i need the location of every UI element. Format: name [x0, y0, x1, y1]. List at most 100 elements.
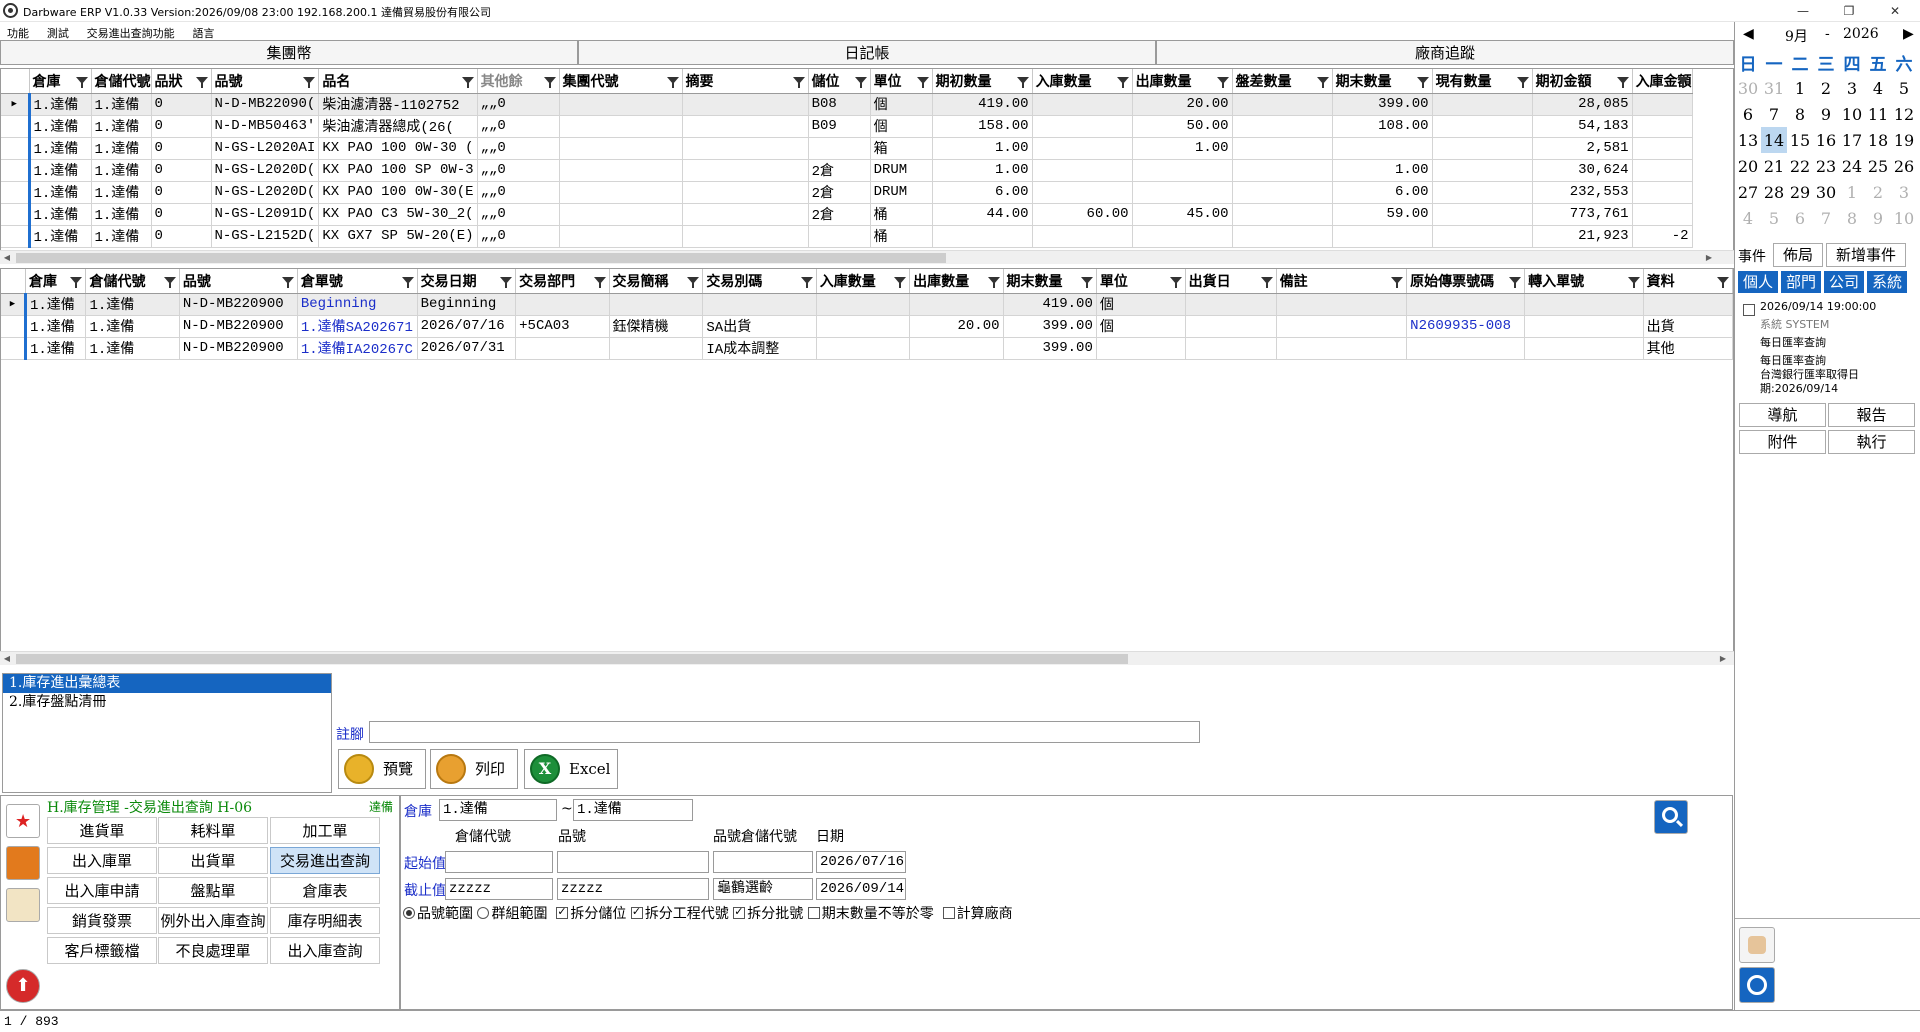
- table-cell[interactable]: 0: [151, 93, 212, 116]
- table-cell[interactable]: [559, 115, 683, 138]
- grid2-col-header[interactable]: 交易日期: [417, 269, 517, 294]
- table-cell[interactable]: [1132, 225, 1233, 248]
- table-cell[interactable]: [682, 225, 809, 248]
- calendar-day[interactable]: 2: [1813, 75, 1839, 101]
- module-button[interactable]: 進貨單: [47, 817, 157, 844]
- table-cell[interactable]: 0: [151, 159, 212, 182]
- table-cell[interactable]: 桶: [870, 203, 933, 226]
- table-cell[interactable]: 2倉: [808, 159, 871, 182]
- calendar-day[interactable]: 18: [1865, 127, 1891, 153]
- menu-transaction-query[interactable]: 交易進出查詢功能: [80, 22, 182, 41]
- minimize-button[interactable]: —: [1780, 0, 1826, 22]
- calendar-day[interactable]: 5: [1761, 205, 1787, 231]
- table-cell[interactable]: 45.00: [1132, 203, 1233, 226]
- filter-icon[interactable]: [75, 77, 88, 88]
- table-cell[interactable]: 1.達備: [91, 225, 152, 248]
- table-cell[interactable]: 1.達備: [23, 315, 87, 338]
- grid2-col-header[interactable]: 轉入單號: [1524, 269, 1644, 294]
- grid1-col-header[interactable]: 盤差數量: [1232, 69, 1333, 94]
- table-cell[interactable]: [1632, 137, 1693, 160]
- table-cell[interactable]: 773,761: [1532, 203, 1633, 226]
- table-cell[interactable]: [932, 225, 1033, 248]
- filter-icon[interactable]: [163, 277, 176, 288]
- table-cell[interactable]: [1232, 93, 1333, 116]
- table-cell[interactable]: [515, 337, 610, 360]
- table-cell[interactable]: N-D-MB220900: [179, 293, 298, 316]
- table-row[interactable]: 1.達備 1.達備 0 N-GS-L2020AI KX PAO 100 0W-30 („…: [1, 137, 1693, 160]
- filter-icon[interactable]: [666, 77, 679, 88]
- table-cell[interactable]: [1185, 315, 1277, 338]
- split-batch-checkbox[interactable]: 拆分批號: [733, 905, 803, 922]
- table-cell[interactable]: [1432, 159, 1533, 182]
- calendar-day[interactable]: 30: [1735, 75, 1761, 101]
- table-row[interactable]: ▶ 1.達備 1.達備 N-D-MB220900 Beginning Beginning 4…: [1, 293, 1733, 316]
- table-cell[interactable]: [1032, 93, 1133, 116]
- grid2-col-header[interactable]: 交易部門: [515, 269, 610, 294]
- module-button[interactable]: 銷貨發票: [47, 907, 157, 934]
- start-date-input[interactable]: 2026/07/16: [816, 851, 906, 873]
- table-cell[interactable]: N-GS-L2020D(: [211, 159, 320, 182]
- calendar-day[interactable]: 6: [1787, 205, 1813, 231]
- prev-month-icon[interactable]: ◀: [1743, 26, 1754, 42]
- grid1-col-header[interactable]: 倉儲代號: [91, 69, 152, 94]
- table-row[interactable]: ▶ 1.達備 1.達備 0 N-D-MB22090(柴油濾清器-1102752 „„0 B0…: [1, 93, 1693, 116]
- table-row[interactable]: 1.達備 1.達備 N-D-MB220900 1.達備IA20267C 2026/07/…: [1, 337, 1733, 360]
- grid2-col-header[interactable]: 倉儲代號: [85, 269, 180, 294]
- table-cell[interactable]: 1.達備: [27, 181, 92, 204]
- table-cell[interactable]: KX PAO 100 SP 0W-3: [318, 159, 478, 182]
- table-cell[interactable]: 1.達備: [91, 137, 152, 160]
- table-cell[interactable]: N-D-MB220900: [179, 315, 298, 338]
- module-button[interactable]: 盤點單: [158, 877, 268, 904]
- table-cell[interactable]: [1332, 137, 1433, 160]
- table-cell[interactable]: 0: [151, 137, 212, 160]
- table-cell[interactable]: [1524, 337, 1644, 360]
- table-cell[interactable]: [682, 137, 809, 160]
- clock-icon[interactable]: [1739, 967, 1775, 1003]
- calendar-day[interactable]: 23: [1813, 153, 1839, 179]
- grid2-scroll-thumb[interactable]: [16, 654, 1128, 664]
- grid2-col-header[interactable]: 出庫數量: [909, 269, 1004, 294]
- filter-icon[interactable]: [1516, 77, 1529, 88]
- grid1-col-header[interactable]: 期初數量: [932, 69, 1033, 94]
- tab-group-currency[interactable]: 集團幣: [0, 40, 578, 65]
- tab-vendor-tracking[interactable]: 廠商追蹤: [1156, 40, 1734, 65]
- calendar-day[interactable]: 22: [1787, 153, 1813, 179]
- grid1-col-header[interactable]: 現有數量: [1432, 69, 1533, 94]
- table-cell[interactable]: 柴油濾清器總成(26(: [318, 115, 478, 138]
- table-cell[interactable]: [1096, 337, 1186, 360]
- table-cell[interactable]: 桶: [870, 225, 933, 248]
- filter-icon[interactable]: [70, 277, 83, 288]
- table-cell[interactable]: [909, 293, 1004, 316]
- table-cell[interactable]: [1032, 225, 1133, 248]
- table-cell[interactable]: 2,581: [1532, 137, 1633, 160]
- row-indicator[interactable]: [1, 337, 26, 360]
- table-cell[interactable]: 其他: [1643, 337, 1733, 360]
- filter-icon[interactable]: [916, 77, 929, 88]
- grid2-col-header[interactable]: 資料: [1643, 269, 1733, 294]
- module-button[interactable]: 客戶標籤檔: [47, 937, 157, 964]
- menu-test[interactable]: 測試: [40, 22, 76, 41]
- calendar-day[interactable]: 7: [1813, 205, 1839, 231]
- calendar-day[interactable]: 3: [1839, 75, 1865, 101]
- table-cell[interactable]: 個: [870, 115, 933, 138]
- tab-system[interactable]: 系統: [1867, 271, 1907, 293]
- table-cell[interactable]: „„0: [477, 203, 560, 226]
- module-button[interactable]: 倉庫表: [270, 877, 380, 904]
- table-cell[interactable]: [1524, 293, 1644, 316]
- table-row[interactable]: 1.達備 1.達備 0 N-D-MB50463' 柴油濾清器總成(26(„„0 B09 個 1…: [1, 115, 1693, 138]
- calendar-day[interactable]: 1: [1787, 75, 1813, 101]
- table-cell[interactable]: [682, 115, 809, 138]
- start-storage-input[interactable]: [445, 851, 553, 873]
- table-cell[interactable]: 個: [1096, 293, 1186, 316]
- calendar-day[interactable]: 30: [1813, 179, 1839, 205]
- calendar-day[interactable]: 19: [1891, 127, 1917, 153]
- grid2-col-header[interactable]: 倉庫: [25, 269, 87, 294]
- table-cell[interactable]: 0: [151, 203, 212, 226]
- calendar-day[interactable]: 10: [1891, 205, 1917, 231]
- tab-company[interactable]: 公司: [1824, 271, 1864, 293]
- table-cell[interactable]: 個: [870, 93, 933, 116]
- module-button[interactable]: 耗料單: [158, 817, 268, 844]
- table-cell[interactable]: 2026/07/31: [417, 337, 517, 360]
- table-cell[interactable]: „„0: [477, 137, 560, 160]
- end-storage-input[interactable]: zzzzz: [445, 878, 553, 900]
